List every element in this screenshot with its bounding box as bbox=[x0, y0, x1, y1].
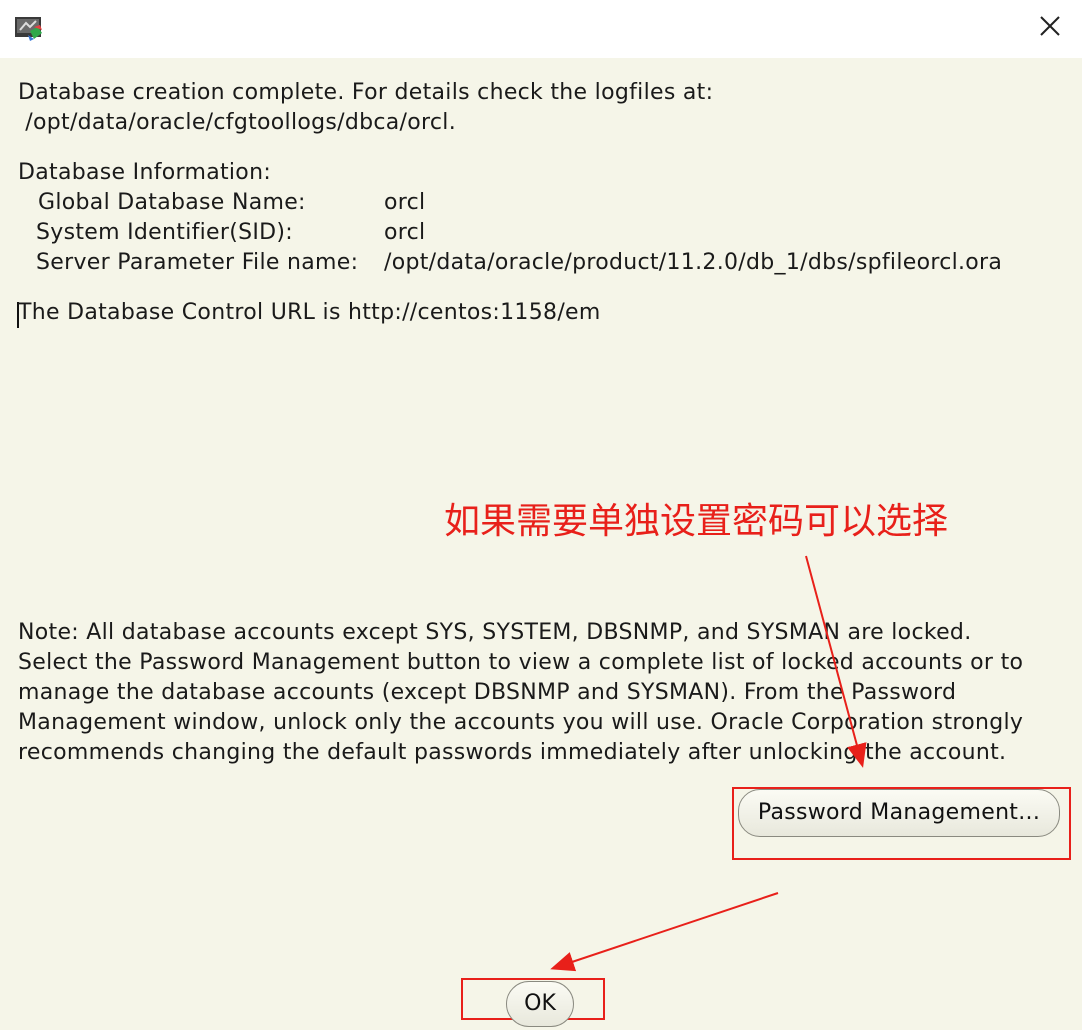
annotation-arrows bbox=[550, 555, 867, 972]
arrow-to-password-button bbox=[805, 555, 867, 768]
arrow-to-ok-button bbox=[550, 892, 779, 972]
